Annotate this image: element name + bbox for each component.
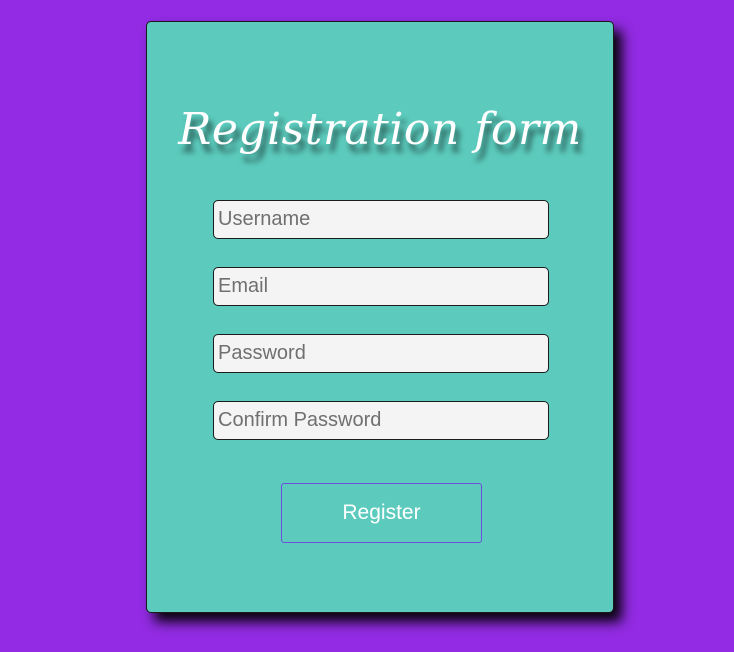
- form-title: Registration form: [178, 104, 582, 155]
- password-input[interactable]: [213, 334, 549, 373]
- username-input[interactable]: [213, 200, 549, 239]
- email-input[interactable]: [213, 267, 549, 306]
- confirm-password-input[interactable]: [213, 401, 549, 440]
- registration-card: Registration form Register: [146, 21, 614, 613]
- register-button[interactable]: Register: [281, 483, 482, 543]
